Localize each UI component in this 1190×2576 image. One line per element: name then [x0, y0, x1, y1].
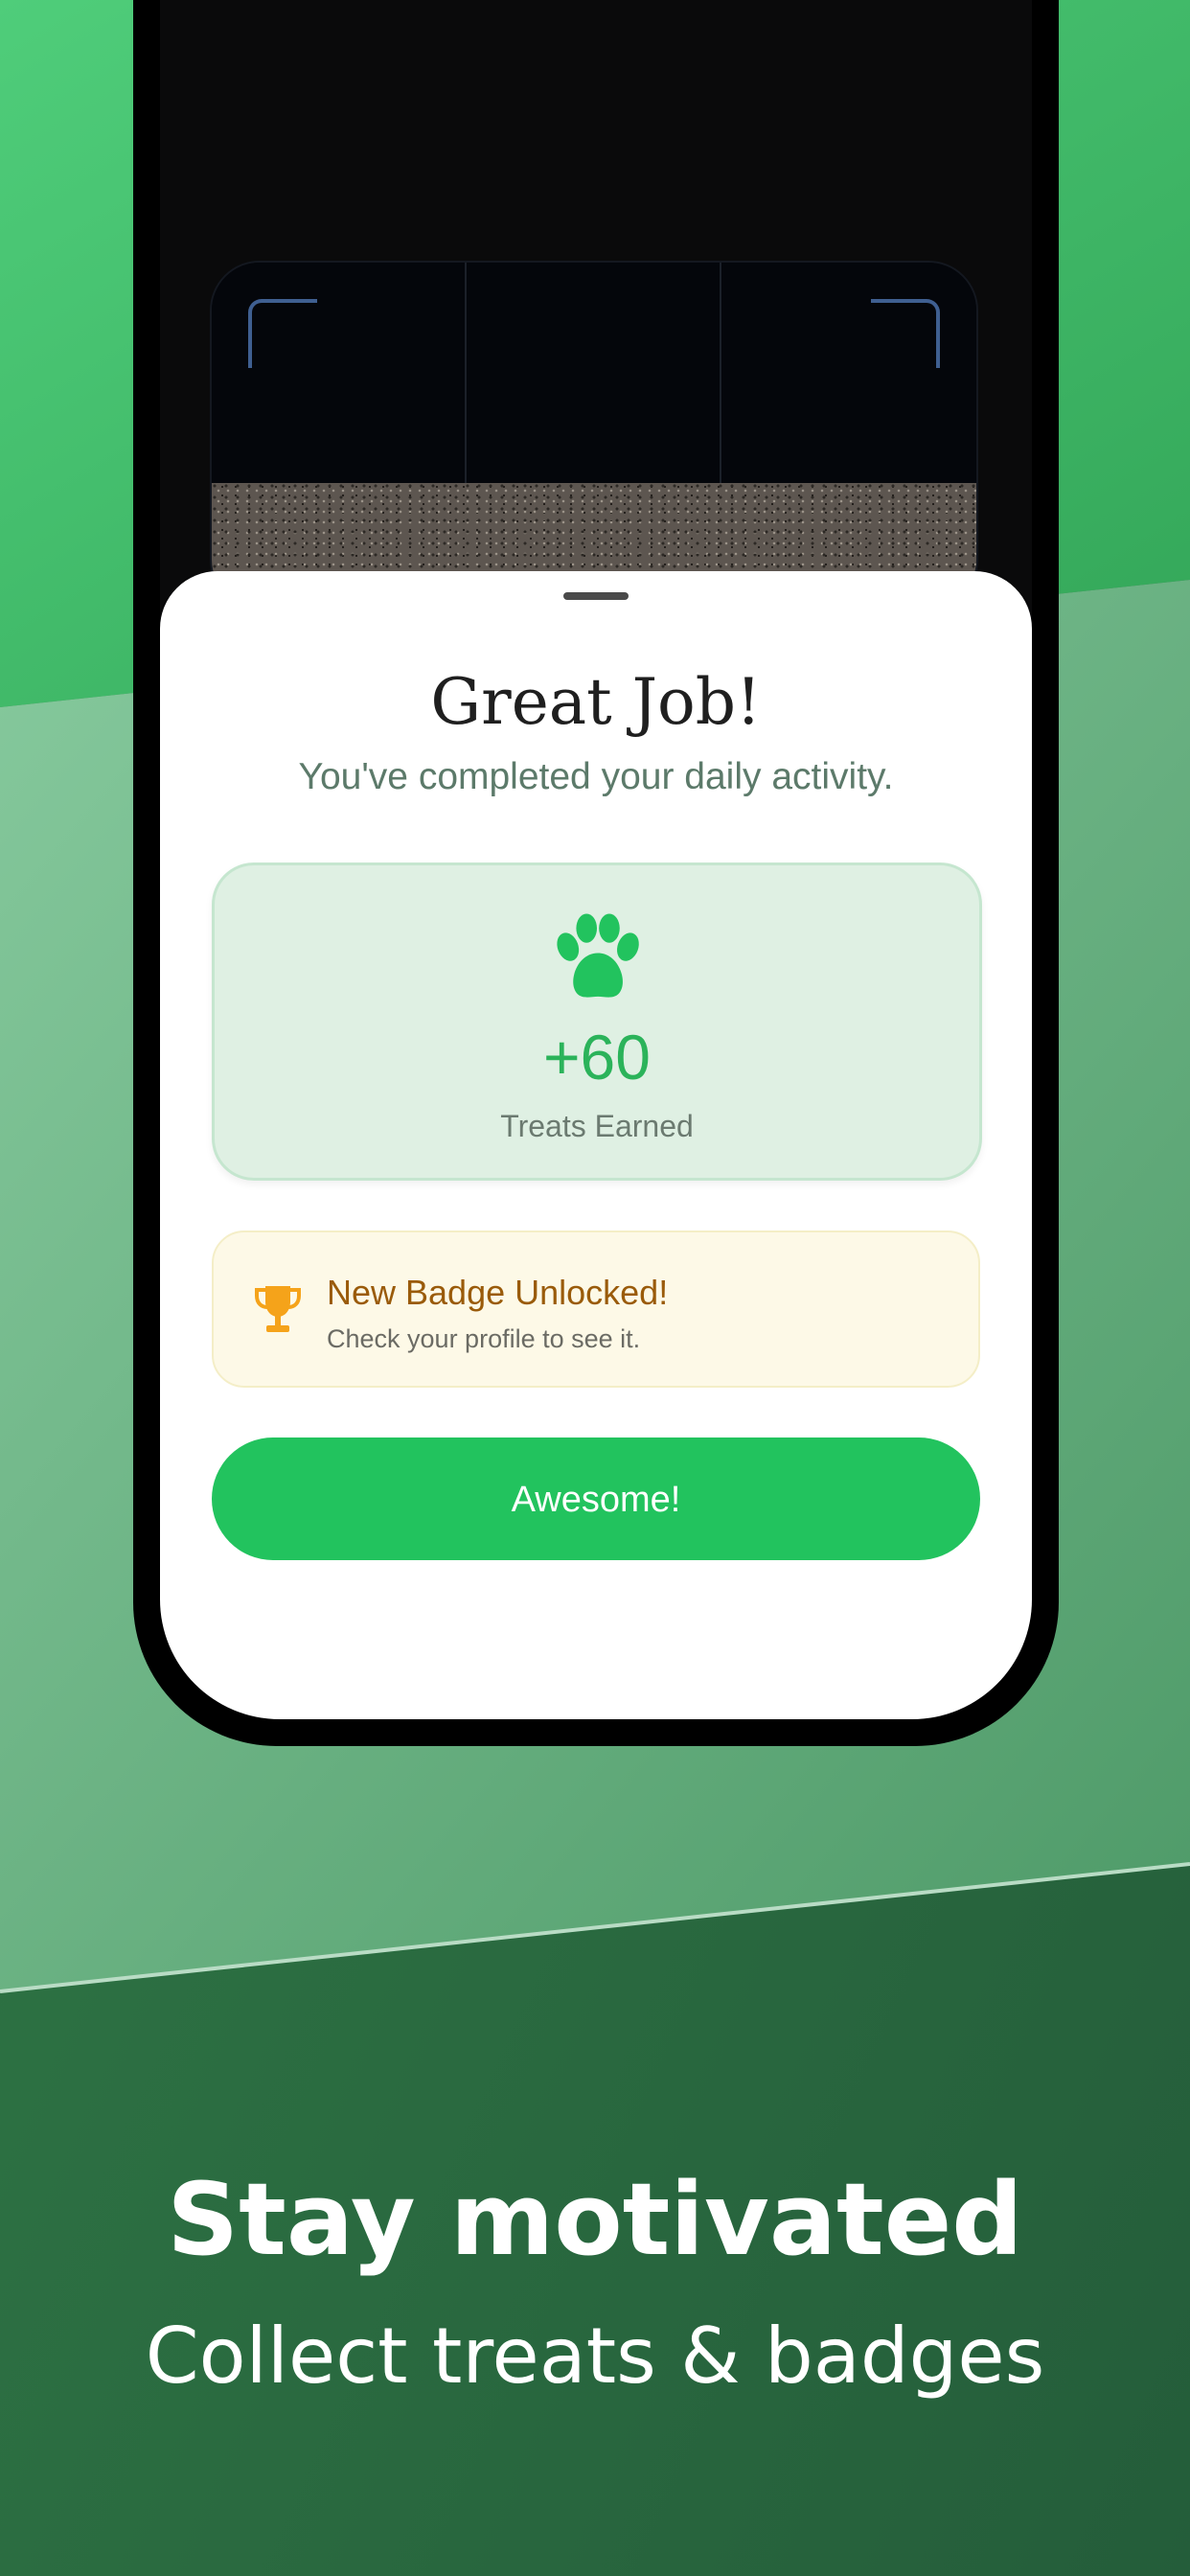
- trophy-icon: [255, 1286, 301, 1332]
- scan-corner-top-left: [248, 299, 317, 368]
- reward-bottom-sheet: Great Job! You've completed your daily a…: [160, 571, 1032, 1719]
- paw-icon: [557, 913, 639, 998]
- treats-earned-card: +60 Treats Earned: [212, 862, 982, 1181]
- awesome-button[interactable]: Awesome!: [212, 1438, 980, 1560]
- phone-screen: Great Job! You've completed your daily a…: [160, 0, 1032, 1719]
- promo-tagline: Collect treats & badges: [145, 2312, 1045, 2401]
- treats-count: +60: [543, 1022, 651, 1092]
- phone-frame: Great Job! You've completed your daily a…: [133, 0, 1059, 1746]
- promo-headline: Stay motivated: [167, 2161, 1023, 2278]
- badge-subtitle: Check your profile to see it.: [327, 1324, 641, 1353]
- camera-viewfinder: [212, 263, 976, 483]
- sheet-drag-handle[interactable]: [563, 592, 629, 600]
- badge-title: New Badge Unlocked!: [327, 1273, 669, 1312]
- scan-corner-top-right: [871, 299, 940, 368]
- treats-label: Treats Earned: [500, 1109, 694, 1143]
- modal-subtitle: You've completed your daily activity.: [298, 756, 894, 797]
- badge-unlocked-card: New Badge Unlocked! Check your profile t…: [212, 1230, 980, 1388]
- camera-preview: [210, 261, 978, 610]
- modal-title: Great Job!: [430, 665, 762, 739]
